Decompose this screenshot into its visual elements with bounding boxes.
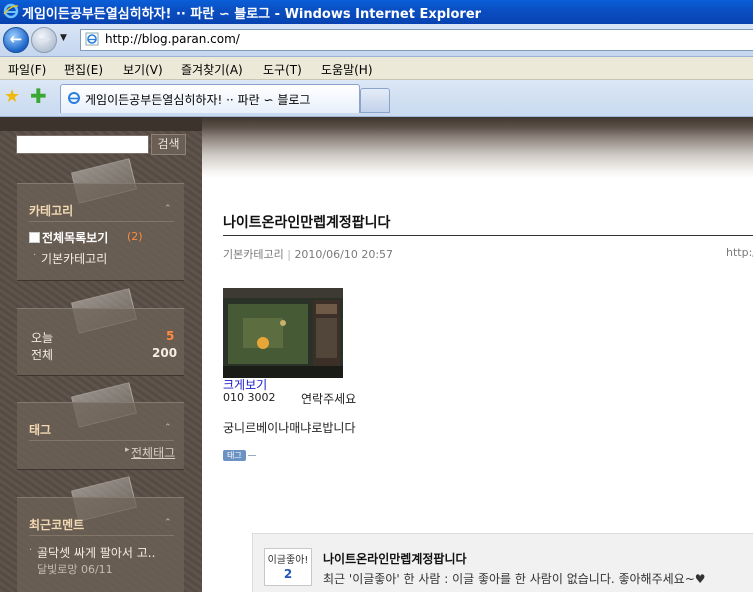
contact-label: 연락주세요 xyxy=(301,392,357,406)
like-button-label: 이글좋아! xyxy=(267,555,309,566)
category-item-default[interactable]: 기본카테고리 xyxy=(41,250,107,267)
bullet-icon: · xyxy=(33,250,37,261)
divider xyxy=(29,535,174,536)
post-category[interactable]: 기본카테고리 xyxy=(223,248,284,261)
post-body-text: 궁니르베이나매냐로밥니다 xyxy=(223,421,356,435)
recent-comment-meta: 달빛로망 06/11 xyxy=(37,563,113,576)
forward-button[interactable]: → xyxy=(31,27,57,53)
visitor-box: 오늘 5 전체 200 xyxy=(17,308,184,376)
like-panel: 이글좋아! 2 나이트온라인만렙계정팝니다 최근 '이글좋아' 한 사람 : 이… xyxy=(252,533,753,592)
like-button[interactable]: 이글좋아! 2 xyxy=(264,548,312,586)
recent-comment-link[interactable]: 골닥셋 싸게 팔아서 고.. xyxy=(37,544,155,561)
tab-blog[interactable]: 게임이든공부든열심히하자! ·· 파란 ∽ 블로그 xyxy=(60,84,360,113)
arrow-icon: ▸ xyxy=(125,445,130,455)
menu-tools[interactable]: 도구(T) xyxy=(263,61,302,78)
tab-bar: ★ ✚ 게임이든공부든열심히하자! ·· 파란 ∽ 블로그 xyxy=(0,80,753,117)
bullet-icon: · xyxy=(29,545,33,556)
page-content: 검색 카테고리 ⌃ 전체목록보기 (2) · 기본카테고리 오늘 5 전체 20… xyxy=(0,117,753,592)
recent-comments-box: 최근코멘트 ⌃ · 골닥셋 싸게 팔아서 고.. 달빛로망 06/11 xyxy=(17,497,184,592)
divider xyxy=(29,221,174,222)
forward-arrow-icon: → xyxy=(37,30,51,48)
window-title: 게임이든공부든열심히하자! ·· 파란 ∽ 블로그 - Windows Inte… xyxy=(22,7,482,22)
collapse-caret-icon[interactable]: ⌃ xyxy=(164,518,172,528)
favorites-star-icon[interactable]: ★ xyxy=(4,86,20,107)
tab-label: 게임이든공부든열심히하자! ·· 파란 ∽ 블로그 xyxy=(85,93,311,107)
ie-logo-icon xyxy=(3,3,19,19)
tag-badge: 태그 xyxy=(223,450,246,461)
all-list-link[interactable]: 전체목록보기 xyxy=(42,229,108,246)
blog-search-input[interactable] xyxy=(16,135,149,154)
title-divider xyxy=(223,235,753,236)
today-label: 오늘 xyxy=(31,331,54,345)
ie-tab-icon xyxy=(68,92,80,104)
post-meta: 기본카테고리 | 2010/06/10 20:57 xyxy=(223,246,393,262)
new-tab-button[interactable] xyxy=(360,88,390,113)
address-bar[interactable]: http://blog.paran.com/ xyxy=(80,29,753,51)
add-favorite-icon[interactable]: ✚ xyxy=(30,84,47,108)
page-icon xyxy=(85,32,99,46)
menu-help[interactable]: 도움말(H) xyxy=(321,61,373,78)
all-tags-link[interactable]: 전체태그 xyxy=(131,444,175,461)
collapse-caret-icon[interactable]: ⌃ xyxy=(164,204,172,214)
tags-box: 태그 ⌃ ▸ 전체태그 xyxy=(17,402,184,470)
today-count: 5 xyxy=(166,329,175,343)
address-url[interactable]: http://blog.paran.com/ xyxy=(105,32,240,46)
like-post-title: 나이트온라인만렙계정팝니다 xyxy=(323,552,467,566)
post-url[interactable]: http:/ xyxy=(726,246,753,259)
category-box: 카테고리 ⌃ 전체목록보기 (2) · 기본카테고리 xyxy=(17,183,184,281)
menu-favorites[interactable]: 즐겨찾기(A) xyxy=(181,61,243,78)
tag-connector xyxy=(248,455,256,456)
like-count: 2 xyxy=(283,567,293,581)
total-count: 200 xyxy=(152,346,178,360)
post-thumbnail[interactable] xyxy=(223,288,343,378)
game-screenshot-image xyxy=(223,288,343,378)
collapse-caret-icon[interactable]: ⌃ xyxy=(164,423,172,433)
post-title[interactable]: 나이트온라인만렙계정팝니다 xyxy=(223,212,390,232)
sidebar-header-strip xyxy=(0,117,202,131)
contact-number: 010 3002 xyxy=(223,391,276,404)
post-date: 2010/06/10 20:57 xyxy=(294,248,394,261)
blog-header-banner xyxy=(202,117,753,177)
tags-heading: 태그 xyxy=(29,423,52,437)
history-dropdown-icon[interactable]: ▼ xyxy=(60,33,67,43)
divider xyxy=(29,440,174,441)
recent-comments-heading: 최근코멘트 xyxy=(29,518,85,532)
back-arrow-icon: ← xyxy=(9,30,23,48)
menu-view[interactable]: 보기(V) xyxy=(123,61,163,78)
total-label: 전체 xyxy=(31,348,54,362)
category-heading: 카테고리 xyxy=(29,204,74,218)
all-list-count: (2) xyxy=(127,230,143,243)
all-list-icon xyxy=(29,232,40,243)
like-recent-text: 최근 '이글좋아' 한 사람 : 이글 좋아를 한 사람이 없습니다. 좋아해주… xyxy=(323,572,706,586)
menu-bar: 파일(F) 편집(E) 보기(V) 즐겨찾기(A) 도구(T) 도움말(H) xyxy=(0,57,753,80)
search-button[interactable]: 검색 xyxy=(151,134,186,155)
window-title-bar: 게임이든공부든열심히하자! ·· 파란 ∽ 블로그 - Windows Inte… xyxy=(0,0,753,24)
navigation-bar: ← → ▼ http://blog.paran.com/ xyxy=(0,24,753,57)
menu-file[interactable]: 파일(F) xyxy=(8,61,46,78)
back-button[interactable]: ← xyxy=(3,27,29,53)
menu-edit[interactable]: 편집(E) xyxy=(64,61,103,78)
